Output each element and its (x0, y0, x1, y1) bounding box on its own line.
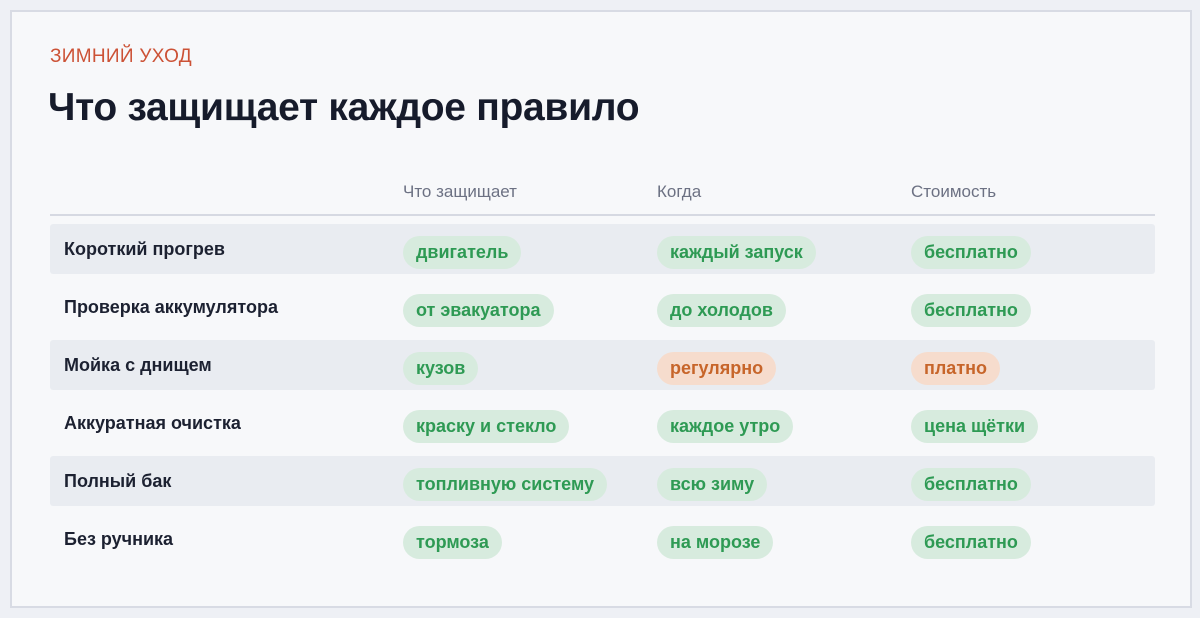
when-pill: регулярно (657, 352, 777, 385)
protects-pill: краску и стекло (403, 410, 570, 443)
cost-pill: платно (911, 352, 1000, 385)
when-pill: на морозе (657, 526, 774, 559)
column-header-cost: Стоимость (911, 182, 997, 201)
protects-pill: кузов (403, 352, 479, 385)
cost-pill: бесплатно (911, 294, 1031, 327)
protects-pill: топливную систему (403, 468, 608, 501)
column-header-protects: Что защищает (403, 182, 517, 201)
rule-name: Короткий прогрев (64, 239, 225, 259)
eyebrow-label: ЗИМНИЙ УХОД (50, 46, 192, 67)
table-row: Аккуратная очистка краску и стекло каждо… (50, 398, 1155, 448)
rules-table: Короткий прогрев двигатель каждый запуск… (50, 224, 1155, 572)
column-header-when: Когда (657, 182, 702, 201)
rule-name: Полный бак (64, 471, 172, 491)
when-pill: до холодов (657, 294, 786, 327)
protects-pill: тормоза (403, 526, 502, 559)
cost-pill: бесплатно (911, 468, 1031, 501)
table-row: Проверка аккумулятора от эвакуатора до х… (50, 282, 1155, 332)
cost-pill: бесплатно (911, 236, 1031, 269)
cost-pill: бесплатно (911, 526, 1031, 559)
rule-name: Аккуратная очистка (64, 413, 241, 433)
rule-name: Без ручника (64, 529, 174, 549)
table-row: Без ручника тормоза на морозе бесплатно (50, 514, 1155, 564)
rule-name: Проверка аккумулятора (64, 297, 278, 317)
protects-pill: двигатель (403, 236, 522, 269)
cost-pill: цена щётки (911, 410, 1039, 443)
table-row: Полный бак топливную систему всю зиму бе… (50, 456, 1155, 506)
rule-name: Мойка с днищем (64, 355, 212, 375)
rules-card: ЗИМНИЙ УХОД Что защищает каждое правило … (10, 10, 1192, 608)
table-header: Что защищает Когда Стоимость (50, 180, 1155, 216)
protects-pill: от эвакуатора (403, 294, 554, 327)
when-pill: всю зиму (657, 468, 768, 501)
when-pill: каждый запуск (657, 236, 816, 269)
table-row: Мойка с днищем кузов регулярно платно (50, 340, 1155, 390)
table-row: Короткий прогрев двигатель каждый запуск… (50, 224, 1155, 274)
page-title: Что защищает каждое правило (48, 86, 640, 129)
when-pill: каждое утро (657, 410, 794, 443)
